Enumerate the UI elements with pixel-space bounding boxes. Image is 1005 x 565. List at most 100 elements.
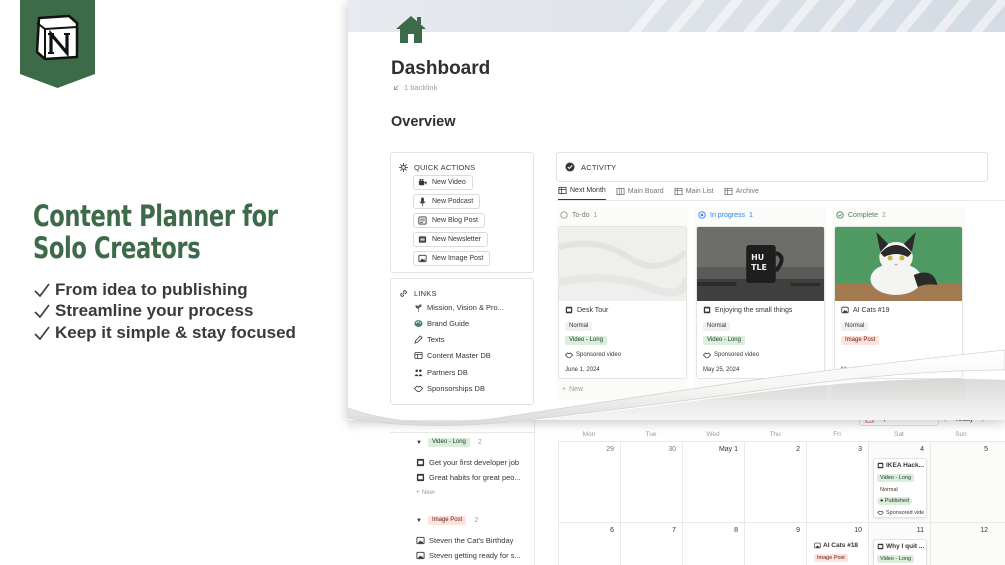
- tab-main-list[interactable]: Main List: [674, 186, 714, 200]
- calendar-event-card[interactable]: Why I quit ... Video - Long: [873, 539, 927, 565]
- column-count: 1: [749, 211, 753, 219]
- divider: [556, 200, 1005, 201]
- link-mission-vision[interactable]: Mission, Vision & Pro...: [414, 303, 504, 312]
- column-count: 2: [881, 211, 886, 219]
- notion-logo-icon: [20, 0, 95, 88]
- palette-icon: [414, 320, 423, 327]
- new-card-label: New: [569, 386, 584, 393]
- link-texts[interactable]: Texts: [414, 335, 445, 344]
- type-tag: Video - Long: [565, 336, 607, 345]
- board-card[interactable]: AI Cats #19 Normal Image Post May 24, 20…: [834, 226, 963, 379]
- list-item[interactable]: Steven getting ready for s...: [416, 551, 521, 560]
- calendar-day[interactable]: 30: [621, 442, 683, 523]
- new-video-button[interactable]: New Video: [413, 175, 473, 190]
- new-podcast-button[interactable]: New Podcast: [413, 194, 481, 209]
- new-card-button[interactable]: + New: [562, 386, 583, 393]
- link-brand-guide[interactable]: Brand Guide: [414, 319, 469, 328]
- toggle-triangle-icon[interactable]: ▼: [416, 440, 422, 446]
- calendar-day[interactable]: May 1: [683, 442, 745, 523]
- group-count: 2: [477, 439, 482, 446]
- calendar-day[interactable]: 5: [931, 442, 1005, 523]
- check-circle-icon: [565, 162, 575, 172]
- calendar-day[interactable]: 12: [931, 523, 1005, 565]
- calendar-event-card[interactable]: IKEA Hack... Video - Long Normal ● Publi…: [873, 458, 927, 518]
- arrow-icon: [393, 85, 399, 91]
- tab-archive[interactable]: Archive: [724, 186, 759, 200]
- event-type-tag: Image Post: [814, 554, 848, 562]
- board-card[interactable]: Desk Tour Normal Video - Long Sponsored …: [558, 226, 687, 379]
- day-number: 30: [668, 446, 676, 453]
- status-todo-icon: [560, 211, 568, 219]
- link-sponsorships-db[interactable]: Sponsorships DB: [414, 384, 485, 393]
- event-type-tag: Video - Long: [877, 474, 915, 482]
- calendar-day[interactable]: 6: [559, 523, 621, 565]
- calendar-event-card[interactable]: AI Cats #18 Image Post: [811, 539, 865, 565]
- quick-actions-panel: QUICK ACTIONS New Video New Podcast New …: [390, 152, 534, 273]
- home-icon[interactable]: [395, 14, 427, 44]
- tag-image-post: Image Post: [427, 516, 467, 525]
- list-item[interactable]: Steven the Cat's Birthday: [416, 536, 513, 545]
- handshake-icon: [565, 352, 573, 359]
- svg-text:TLE: TLE: [751, 263, 767, 272]
- toggle-triangle-icon[interactable]: ▼: [416, 518, 422, 524]
- tab-label: Archive: [735, 187, 759, 195]
- calendar-day[interactable]: 8: [683, 523, 745, 565]
- card-date: May 25, 2024: [703, 367, 740, 373]
- image-icon: [841, 306, 849, 314]
- group-header-image-post[interactable]: ▼ Image Post 2: [416, 516, 478, 525]
- tag-video-long: Video - Long: [427, 438, 470, 447]
- calendar-day[interactable]: 3: [807, 442, 869, 523]
- new-newsletter-label: New Newsletter: [432, 236, 482, 243]
- new-newsletter-button[interactable]: New Newsletter: [413, 232, 489, 247]
- image-icon: [416, 536, 425, 545]
- benefit-list: From idea to publishing Streamline your …: [33, 279, 296, 344]
- calendar-day[interactable]: 9: [745, 523, 807, 565]
- link-label: Sponsorships DB: [427, 384, 485, 393]
- new-image-post-button[interactable]: New Image Post: [413, 251, 491, 266]
- calendar-day[interactable]: 10 AI Cats #18 Image Post: [807, 523, 869, 565]
- board-card[interactable]: HU TLE Enjoying the small things Normal …: [696, 226, 825, 379]
- tab-main-board[interactable]: Main Board: [616, 186, 664, 200]
- new-blog-post-button[interactable]: New Blog Post: [413, 213, 485, 228]
- column-name: To-do: [572, 211, 590, 219]
- page-cover: [348, 0, 1005, 32]
- table-icon: [674, 187, 683, 195]
- weekday-label: Fri: [833, 431, 841, 438]
- new-image-post-label: New Image Post: [432, 255, 484, 262]
- link-partners-db[interactable]: Partners DB: [414, 368, 468, 377]
- event-status-text: Published: [884, 498, 910, 504]
- table-icon: [724, 187, 733, 195]
- tab-label: Main List: [685, 187, 714, 195]
- day-number: 12: [980, 527, 988, 534]
- quick-actions-title: QUICK ACTIONS: [414, 163, 476, 172]
- link-label: Brand Guide: [427, 319, 470, 328]
- list-item-title: Steven the Cat's Birthday: [429, 536, 514, 545]
- event-title-text: AI Cats #18: [823, 542, 859, 549]
- table-icon: [558, 186, 567, 195]
- calendar-day[interactable]: 2: [745, 442, 807, 523]
- calendar-day[interactable]: 4 IKEA Hack... Video - Long Normal ● Pub…: [869, 442, 931, 523]
- calendar-day[interactable]: 29: [559, 442, 621, 523]
- priority-tag: Normal: [565, 322, 593, 331]
- card-title-text: Enjoying the small things: [715, 306, 793, 314]
- card-title: Desk Tour: [565, 306, 608, 314]
- weekday-label: Sun: [955, 431, 967, 438]
- tab-next-month[interactable]: Next Month: [558, 186, 606, 200]
- group-count: 2: [474, 517, 479, 524]
- handshake-icon: [877, 510, 884, 515]
- calendar-window: ▼ Video - Long 2 Get your first develope…: [348, 408, 1005, 565]
- link-content-master-db[interactable]: Content Master DB: [414, 351, 491, 360]
- new-item-button[interactable]: + New: [416, 489, 435, 496]
- type-tag: Image Post: [841, 336, 880, 345]
- calendar-day[interactable]: 11 Why I quit ... Video - Long: [869, 523, 931, 565]
- card-date: May 24, 2024: [841, 367, 878, 373]
- overview-heading: Overview: [391, 114, 456, 130]
- group-header-video-long[interactable]: ▼ Video - Long 2: [416, 438, 482, 447]
- card-date: June 1, 2024: [565, 367, 600, 373]
- weekday-label: Sat: [894, 431, 904, 438]
- list-item[interactable]: Get your first developer job: [416, 458, 519, 467]
- calendar-day[interactable]: 7: [621, 523, 683, 565]
- list-item[interactable]: Great habits for great peo...: [416, 473, 521, 482]
- checkmark-icon: [34, 283, 50, 297]
- backlink-link[interactable]: 1 backlink: [393, 83, 437, 92]
